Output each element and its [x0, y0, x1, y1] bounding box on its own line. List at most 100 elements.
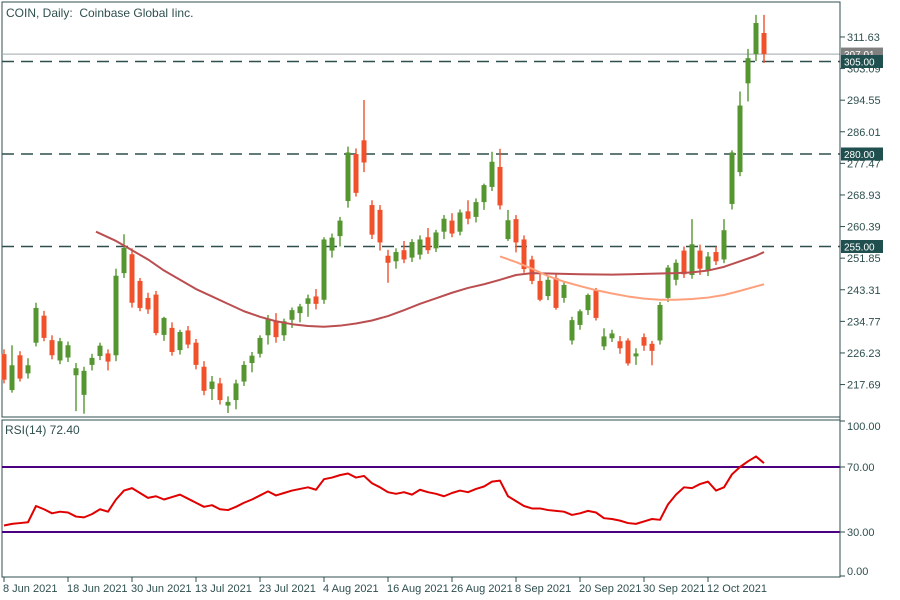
date-tick-label: 16 Aug 2021 [387, 583, 449, 595]
candle-body[interactable] [594, 290, 599, 318]
candle-body[interactable] [18, 355, 23, 378]
candle-body[interactable] [410, 242, 415, 258]
candle-body[interactable] [122, 248, 127, 273]
candle-body[interactable] [162, 318, 167, 335]
candle-body[interactable] [418, 239, 423, 254]
price-tick-label: 268.93 [847, 190, 881, 202]
candle-body[interactable] [170, 328, 175, 352]
candle-body[interactable] [570, 320, 575, 340]
candle-body[interactable] [258, 338, 263, 354]
candle-body[interactable] [682, 251, 687, 275]
candle-body[interactable] [266, 319, 271, 336]
candle-body[interactable] [602, 336, 607, 346]
candle-body[interactable] [50, 340, 55, 355]
candle-body[interactable] [314, 296, 319, 303]
candle-body[interactable] [554, 278, 559, 308]
candle-body[interactable] [650, 344, 655, 351]
candle-body[interactable] [378, 210, 383, 243]
candle-body[interactable] [514, 219, 519, 242]
candle-body[interactable] [546, 280, 551, 296]
candle-body[interactable] [578, 311, 583, 325]
candle-body[interactable] [426, 237, 431, 250]
candle-body[interactable] [10, 365, 15, 390]
candle-body[interactable] [290, 310, 295, 320]
candle-body[interactable] [394, 252, 399, 261]
chart-window: { "title": "COIN, Daily: Coinbase Global… [0, 0, 900, 600]
candle-body[interactable] [610, 333, 615, 338]
candle-body[interactable] [618, 341, 623, 348]
candle-body[interactable] [490, 162, 495, 187]
candle-body[interactable] [498, 167, 503, 205]
candle-body[interactable] [186, 330, 191, 344]
candle-body[interactable] [538, 281, 543, 300]
candle-body[interactable] [474, 202, 479, 217]
candle-body[interactable] [482, 185, 487, 202]
candle-body[interactable] [674, 263, 679, 280]
candle-body[interactable] [66, 345, 71, 357]
candle-body[interactable] [586, 295, 591, 310]
candle-body[interactable] [642, 337, 647, 346]
candle-body[interactable] [450, 221, 455, 234]
candle-body[interactable] [370, 205, 375, 235]
candle-body[interactable] [82, 371, 87, 395]
candle-body[interactable] [330, 238, 335, 251]
candle-body[interactable] [218, 383, 223, 400]
candle-body[interactable] [402, 250, 407, 259]
candle-body[interactable] [138, 281, 143, 308]
candle-body[interactable] [90, 358, 95, 365]
candle-body[interactable] [762, 33, 767, 54]
candle-body[interactable] [202, 367, 207, 391]
candle-body[interactable] [506, 220, 511, 239]
candle-body[interactable] [106, 353, 111, 361]
candle-body[interactable] [666, 268, 671, 298]
candle-body[interactable] [354, 154, 359, 193]
candle-body[interactable] [58, 341, 63, 360]
candle-body[interactable] [634, 353, 639, 356]
candle-body[interactable] [346, 153, 351, 201]
candle-body[interactable] [386, 256, 391, 263]
candle-body[interactable] [658, 305, 663, 341]
candle-body[interactable] [226, 402, 231, 406]
candle-body[interactable] [146, 298, 151, 309]
candle-body[interactable] [42, 316, 47, 338]
candle-body[interactable] [706, 256, 711, 269]
candle-body[interactable] [2, 354, 7, 380]
candle-body[interactable] [690, 244, 695, 275]
candle-body[interactable] [130, 254, 135, 302]
candle-body[interactable] [74, 368, 79, 375]
candle-body[interactable] [714, 252, 719, 261]
candle-body[interactable] [194, 343, 199, 365]
candle-body[interactable] [754, 23, 759, 54]
candle-body[interactable] [338, 221, 343, 237]
candle-body[interactable] [738, 106, 743, 173]
candle-body[interactable] [442, 219, 447, 232]
candle-body[interactable] [562, 285, 567, 298]
candle-body[interactable] [458, 212, 463, 231]
candle-body[interactable] [234, 383, 239, 400]
price-tick-label: 251.85 [847, 253, 881, 265]
candle-body[interactable] [626, 340, 631, 363]
candle-body[interactable] [746, 58, 751, 83]
candle-body[interactable] [362, 140, 367, 162]
candle-body[interactable] [114, 276, 119, 356]
candle-body[interactable] [434, 232, 439, 248]
candle-body[interactable] [274, 321, 279, 338]
candle-body[interactable] [34, 308, 39, 343]
candle-body[interactable] [722, 230, 727, 259]
candle-body[interactable] [298, 306, 303, 313]
candle-body[interactable] [730, 153, 735, 204]
candle-body[interactable] [26, 365, 31, 373]
candle-body[interactable] [242, 365, 247, 382]
candle-body[interactable] [98, 346, 103, 356]
candle-body[interactable] [154, 295, 159, 333]
candle-body[interactable] [322, 239, 327, 299]
candle-body[interactable] [466, 211, 471, 218]
candle-body[interactable] [306, 298, 311, 304]
candle-body[interactable] [178, 332, 183, 350]
price-tick-label: 260.39 [847, 222, 881, 234]
candle-body[interactable] [210, 382, 215, 389]
price-panel [2, 2, 840, 417]
chart-canvas[interactable]: 311.63303.09294.55286.01277.47268.93260.… [0, 0, 900, 600]
candle-body[interactable] [250, 356, 255, 363]
candle-body[interactable] [698, 251, 703, 269]
